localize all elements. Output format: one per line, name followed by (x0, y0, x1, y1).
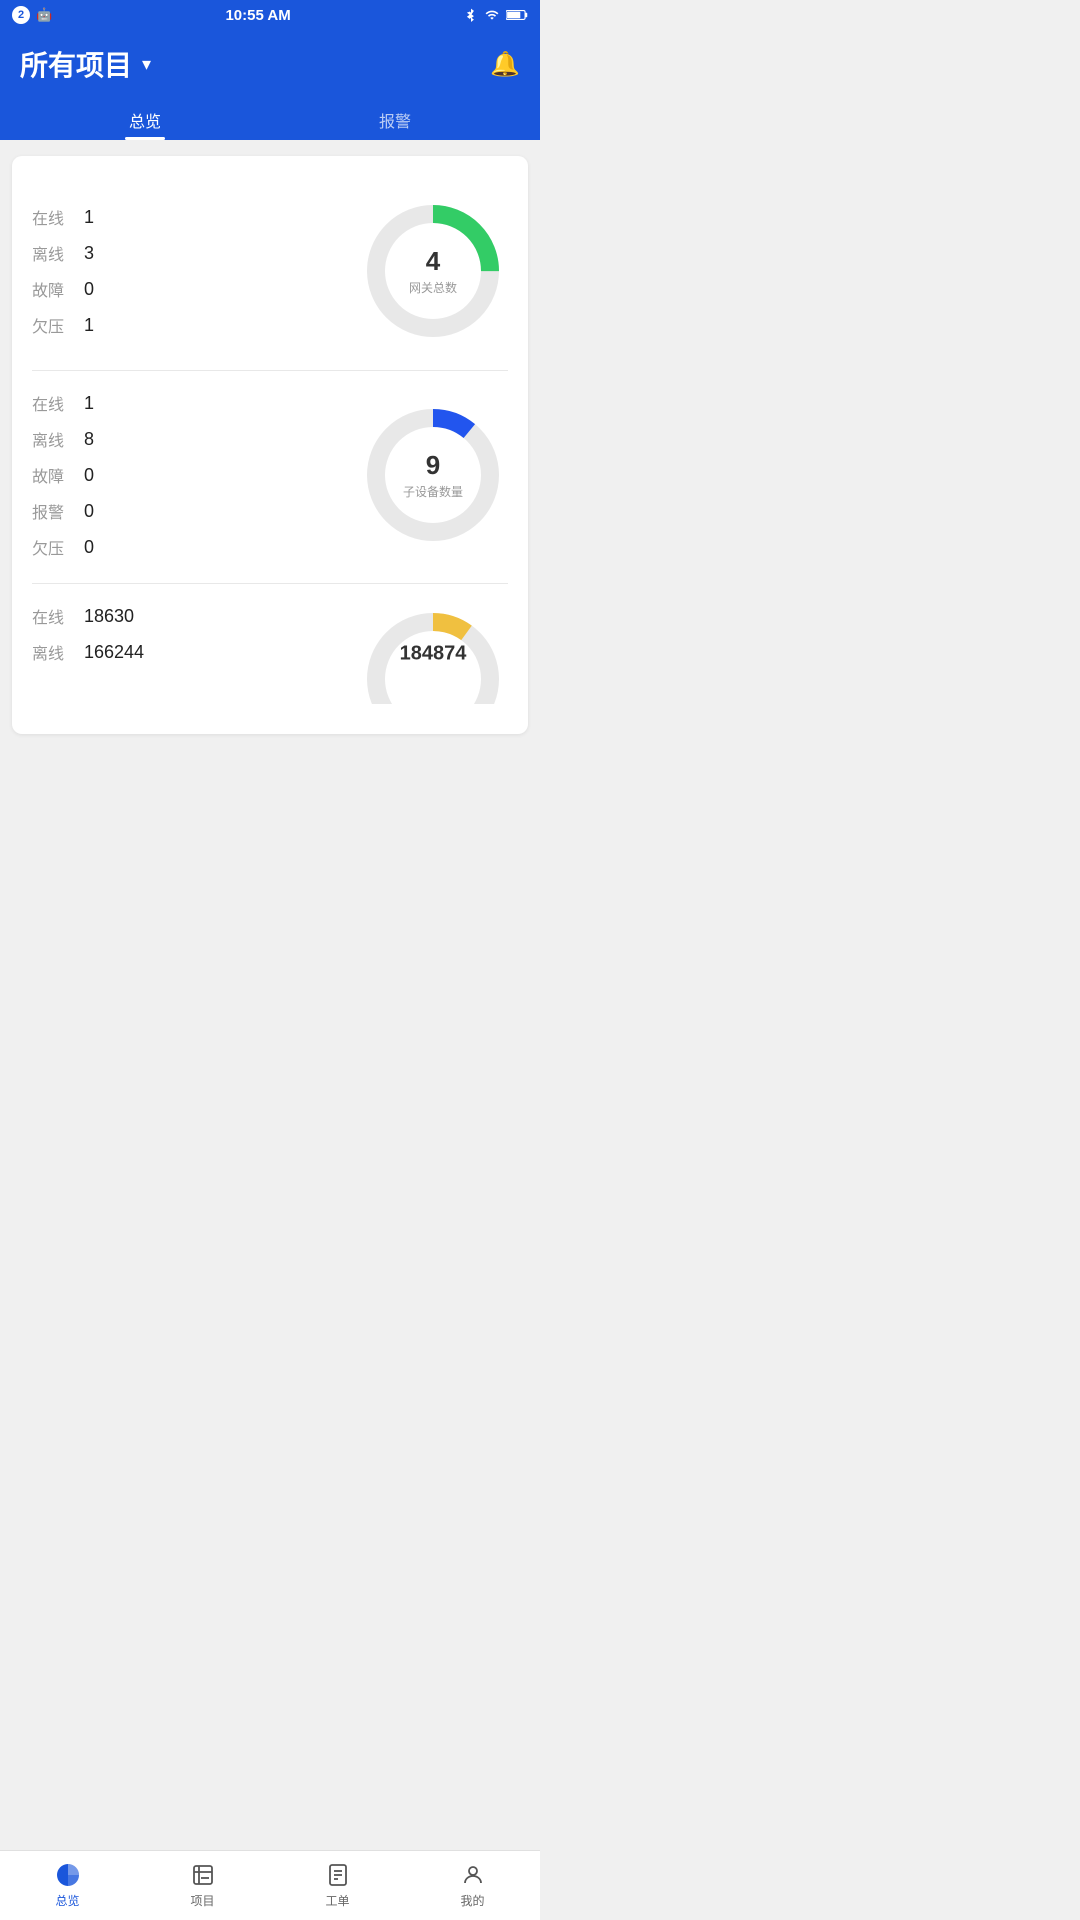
project-icon (190, 1862, 216, 1888)
subdevice-section: 在线 1 离线 8 故障 0 报警 0 欠压 0 (32, 370, 508, 583)
gateway-donut-center: 4 网关总数 (409, 246, 457, 296)
gateway-section: 在线 1 离线 3 故障 0 欠压 1 (32, 176, 508, 370)
list-item: 在线 1 (32, 205, 94, 229)
gateway-donut-chart: 4 网关总数 (358, 196, 508, 346)
list-item: 离线 3 (32, 241, 94, 265)
nav-item-mine[interactable]: 我的 (405, 1851, 540, 1920)
status-time: 10:55 AM (225, 7, 290, 24)
sensor-stats: 在线 18630 离线 166244 (32, 604, 144, 664)
list-item: 故障 0 (32, 463, 94, 487)
bluetooth-icon (464, 8, 478, 22)
page-title: 所有项目 (20, 44, 132, 84)
nav-item-workorder[interactable]: 工单 (270, 1851, 405, 1920)
list-item: 故障 0 (32, 277, 94, 301)
gateway-stats: 在线 1 离线 3 故障 0 欠压 1 (32, 205, 94, 337)
notification-bell-icon[interactable]: 🔔 (490, 50, 520, 79)
list-item: 离线 166244 (32, 640, 144, 664)
list-item: 欠压 1 (32, 313, 94, 337)
tabs: 总览 报警 (20, 98, 520, 140)
list-item: 欠压 0 (32, 535, 94, 559)
nav-item-project[interactable]: 项目 (135, 1851, 270, 1920)
chevron-down-icon[interactable]: ▾ (142, 54, 151, 75)
main-content: 在线 1 离线 3 故障 0 欠压 1 (0, 140, 540, 860)
battery-icon (506, 9, 528, 21)
nav-label-workorder: 工单 (325, 1892, 349, 1909)
wifi-icon (484, 8, 500, 22)
subdevice-stats: 在线 1 离线 8 故障 0 报警 0 欠压 0 (32, 391, 94, 559)
notification-badge: 2 (12, 6, 30, 24)
nav-label-mine: 我的 (460, 1892, 484, 1909)
nav-item-overview[interactable]: 总览 (0, 1851, 135, 1920)
subdevice-donut-center: 9 子设备数量 (403, 450, 463, 500)
subdevice-donut-chart: 9 子设备数量 (358, 400, 508, 550)
tab-alarm[interactable]: 报警 (270, 98, 520, 140)
list-item: 在线 1 (32, 391, 94, 415)
overview-icon (55, 1862, 81, 1888)
sensor-donut-center: 184874 (400, 643, 467, 666)
list-item: 报警 0 (32, 499, 94, 523)
sensor-donut-chart: 184874 (358, 604, 508, 704)
nav-label-project: 项目 (190, 1892, 214, 1909)
title-group[interactable]: 所有项目 ▾ (20, 44, 151, 84)
nav-label-overview: 总览 (55, 1892, 79, 1909)
top-bar: 所有项目 ▾ 🔔 总览 报警 (0, 30, 540, 140)
bottom-nav: 总览 项目 工单 (0, 1850, 540, 1920)
status-left: 2 🤖 (12, 6, 52, 24)
sensor-section: 在线 18630 离线 166244 1 (32, 583, 508, 714)
android-icon: 🤖 (36, 7, 52, 23)
list-item: 离线 8 (32, 427, 94, 451)
overview-card: 在线 1 离线 3 故障 0 欠压 1 (12, 156, 528, 734)
status-bar: 2 🤖 10:55 AM (0, 0, 540, 30)
status-icons (464, 8, 528, 22)
tab-overview[interactable]: 总览 (20, 98, 270, 140)
workorder-icon (325, 1862, 351, 1888)
mine-icon (460, 1862, 486, 1888)
list-item: 在线 18630 (32, 604, 144, 628)
